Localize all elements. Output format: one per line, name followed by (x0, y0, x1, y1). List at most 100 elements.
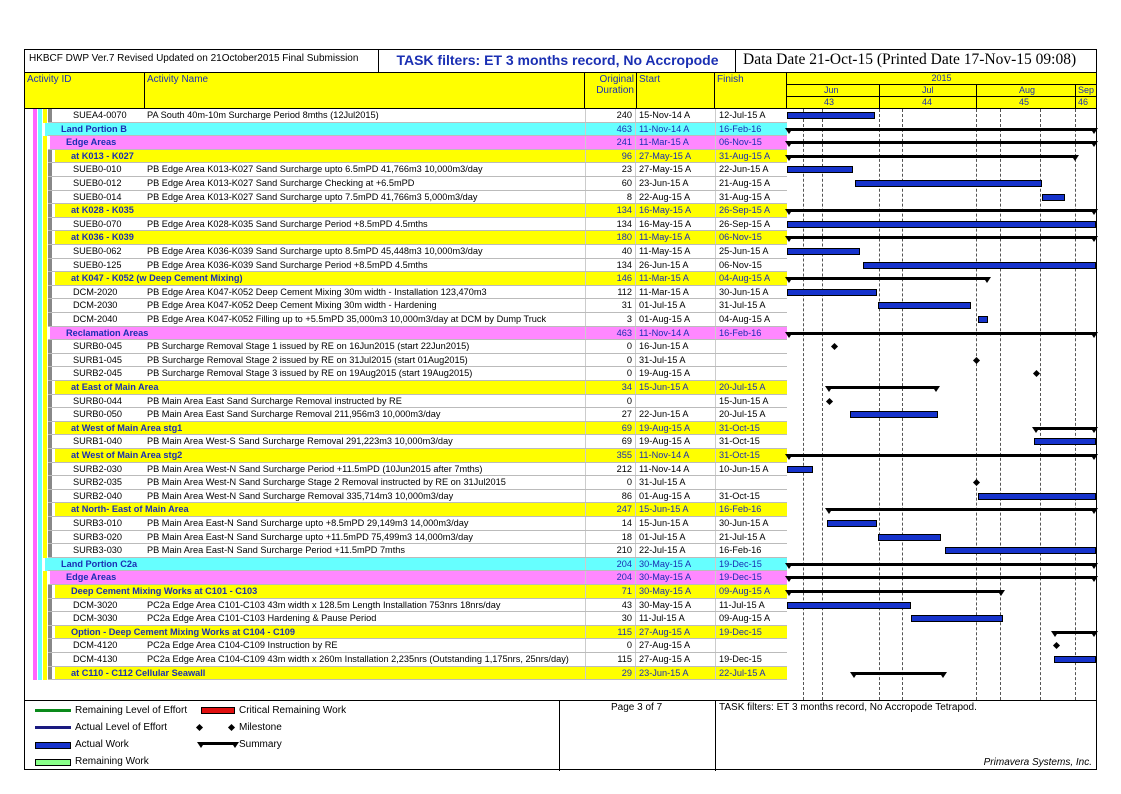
milestone-marker[interactable] (825, 397, 833, 405)
summary-bar[interactable] (785, 576, 1098, 583)
summary-bar[interactable] (785, 141, 1098, 148)
summary-bar[interactable] (785, 562, 1098, 569)
wbs-row[interactable]: at K047 - K052 (w Deep Cement Mixing) 146… (25, 272, 1096, 286)
wbs-row[interactable]: at K028 - K035 134 16-May-15 A 26-Sep-15 A (25, 204, 1098, 218)
summary-bar[interactable] (785, 127, 1098, 134)
activity-row[interactable]: SUEA4-0070 PA South 40m-10m Surcharge Per… (25, 109, 1096, 123)
activity-row[interactable]: SURB2-035 PB Main Area West-N Sand Surcha… (25, 476, 1096, 490)
actual-work-bar[interactable] (1054, 656, 1096, 663)
actual-work-bar[interactable] (1034, 438, 1096, 446)
milestone-marker[interactable] (1053, 642, 1061, 650)
actual-work-bar[interactable] (944, 547, 1096, 555)
wbs-row[interactable]: Reclamation Areas 463 11-Nov-14 A 16-Feb-16 (25, 326, 1098, 341)
activity-row[interactable]: SURB0-050 PB Main Area East Sand Surcharg… (25, 408, 1096, 422)
activity-row[interactable]: SURB2-030 PB Main Area West-N Sand Surcha… (25, 462, 1096, 477)
wbs-row[interactable]: Land Portion C2a 204 30-May-15 A 19-Dec-15 (25, 557, 1098, 572)
start-date: 15-Jun-15 A (635, 503, 715, 517)
actual-work-bar[interactable] (878, 302, 971, 310)
wbs-row[interactable]: Deep Cement Mixing Works at C101 - C103 7… (25, 585, 1096, 599)
summary-bar[interactable] (785, 331, 1098, 338)
activity-row[interactable]: SURB3-010 PB Main Area East-N Sand Surcha… (25, 517, 1096, 531)
wbs-row[interactable]: at K036 - K039 180 11-May-15 A 06-Nov-15 (25, 231, 1098, 245)
activity-id: SUEB0-125 (73, 259, 122, 270)
summary-bar[interactable] (785, 236, 1098, 243)
week-44: 44 (922, 97, 933, 107)
activity-row[interactable]: SUEB0-014 PB Edge Area K013-K027 Sand Sur… (25, 190, 1096, 205)
wbs-row[interactable]: at East of Main Area 34 15-Jun-15 A 20-Jul-… (25, 381, 1096, 395)
milestone-marker[interactable] (1033, 370, 1041, 378)
activity-row[interactable]: DCM-3020 PC2a Edge Area C101-C103 43m wid… (25, 598, 1096, 613)
milestone-marker[interactable] (972, 479, 980, 487)
actual-work-bar[interactable] (850, 411, 939, 419)
summary-bar[interactable] (849, 671, 947, 678)
wbs-row[interactable]: Edge Areas 204 30-May-15 A 19-Dec-15 (25, 571, 1098, 585)
finish-date: 09-Aug-15 A (715, 585, 787, 599)
activity-row[interactable]: DCM-4130 PC2a Edge Area C104-C109 43m wid… (25, 653, 1096, 667)
actual-work-bar[interactable] (826, 520, 877, 527)
wbs-row[interactable]: Option - Deep Cement Mixing Works at C10… (25, 625, 1099, 640)
col-duration[interactable]: Original Duration (585, 73, 637, 109)
activity-row[interactable]: SUEB0-070 PB Edge Area K028-K035 Sand Sur… (25, 217, 1096, 232)
actual-work-bar[interactable] (787, 288, 877, 296)
legend-divider (559, 701, 560, 771)
activity-row[interactable]: SUEB0-012 PB Edge Area K013-K027 Sand Sur… (25, 177, 1096, 191)
activity-row[interactable]: SUEB0-010 PB Edge Area K013-K027 Sand Sur… (25, 163, 1096, 177)
summary-bar[interactable] (1050, 630, 1099, 637)
activity-row[interactable]: DCM-2030 PB Edge Area K047-K052 Deep Ceme… (25, 299, 1096, 313)
summary-bar[interactable] (1032, 426, 1098, 433)
wbs-row[interactable]: Edge Areas 241 11-Mar-15 A 06-Nov-15 (25, 136, 1098, 150)
start-date: 11-Mar-15 A (635, 285, 715, 300)
actual-work-bar[interactable] (787, 220, 1096, 228)
wbs-name: at C110 - C112 Cellular Seawall (71, 667, 206, 678)
col-activity-name[interactable]: Activity Name (145, 73, 585, 109)
summary-bar[interactable] (785, 209, 1098, 216)
wbs-row[interactable]: at K013 - K027 96 27-May-15 A 31-Aug-15 A (25, 149, 1096, 164)
milestone-marker[interactable] (972, 356, 980, 364)
col-finish[interactable]: Finish (715, 73, 787, 109)
wbs-row[interactable]: at West of Main Area stg1 69 19-Aug-15 A 31… (25, 421, 1098, 436)
actual-work-bar[interactable] (854, 180, 1042, 187)
activity-row[interactable]: SURB2-045 PB Surcharge Removal Stage 3 is… (25, 367, 1096, 381)
activity-row[interactable]: SURB0-045 PB Surcharge Removal Stage 1 is… (25, 340, 1096, 354)
actual-work-bar[interactable] (862, 261, 1096, 269)
activity-row[interactable]: SURB1-040 PB Main Area West-S Sand Surcha… (25, 435, 1096, 449)
actual-work-bar[interactable] (787, 465, 814, 473)
col-start[interactable]: Start (637, 73, 715, 109)
summary-bar[interactable] (824, 386, 941, 392)
duration: 71 (585, 585, 635, 599)
col-activity-id[interactable]: Activity ID (25, 73, 145, 109)
actual-work-bar[interactable] (910, 615, 1004, 623)
actual-work-bar[interactable] (1041, 193, 1066, 201)
actual-work-bar[interactable] (977, 492, 1096, 500)
activity-row[interactable]: SURB1-045 PB Surcharge Removal Stage 2 is… (25, 353, 1096, 368)
activity-row[interactable]: DCM-2020 PB Edge Area K047-K052 Deep Ceme… (25, 285, 1096, 300)
start-date: 19-Aug-15 A (635, 421, 715, 436)
wbs-row[interactable]: at West of Main Area stg2 355 11-Nov-14 A3… (25, 449, 1098, 463)
activity-row[interactable]: SURB3-020 PB Main Area East-N Sand Surcha… (25, 530, 1096, 545)
actual-work-bar[interactable] (878, 533, 942, 541)
summary-bar[interactable] (785, 454, 1098, 460)
milestone-marker[interactable] (831, 343, 839, 351)
actual-work-bar[interactable] (787, 248, 860, 255)
activity-row[interactable]: SURB2-040 PB Main Area West-N Sand Surcha… (25, 489, 1096, 504)
activity-row[interactable]: SURB3-030 PB Main Area East-N Sand Surcha… (25, 544, 1096, 558)
actual-work-bar[interactable] (787, 166, 853, 174)
summary-bar[interactable] (784, 154, 1080, 161)
activity-row[interactable]: DCM-3030 PC2a Edge Area C101-C103 Hardeni… (25, 612, 1096, 626)
wbs-row[interactable]: Land Portion B 463 11-Nov-14 A 16-Feb-16 (25, 122, 1098, 137)
summary-bar[interactable] (784, 590, 1006, 596)
activity-row[interactable]: SUEB0-062 PB Edge Area K036-K039 Sand Sur… (25, 245, 1096, 259)
activity-row[interactable]: DCM-4120 PC2a Edge Area C104-C109 Instruc… (25, 639, 1096, 653)
wbs-row[interactable]: at C110 - C112 Cellular Seawall 29 23-Jun-… (25, 666, 1096, 681)
summary-bar[interactable] (824, 508, 1099, 515)
actual-work-bar[interactable] (977, 316, 988, 323)
activity-row[interactable]: SUEB0-125 PB Edge Area K036-K039 Sand Sur… (25, 258, 1096, 273)
summary-bar[interactable] (784, 277, 992, 284)
activity-row[interactable]: DCM-2040 PB Edge Area K047-K052 Filling u… (25, 313, 1096, 327)
actual-work-bar[interactable] (787, 112, 876, 119)
wbs-row[interactable]: at North- East of Main Area 247 15-Jun-15 … (25, 503, 1099, 517)
activity-row[interactable]: SURB0-044 PB Main Area East Sand Surcharg… (25, 394, 1096, 409)
actual-work-bar[interactable] (787, 601, 911, 609)
wbs-name: Reclamation Areas (66, 327, 149, 338)
legend-milestone: Milestone (239, 722, 282, 733)
